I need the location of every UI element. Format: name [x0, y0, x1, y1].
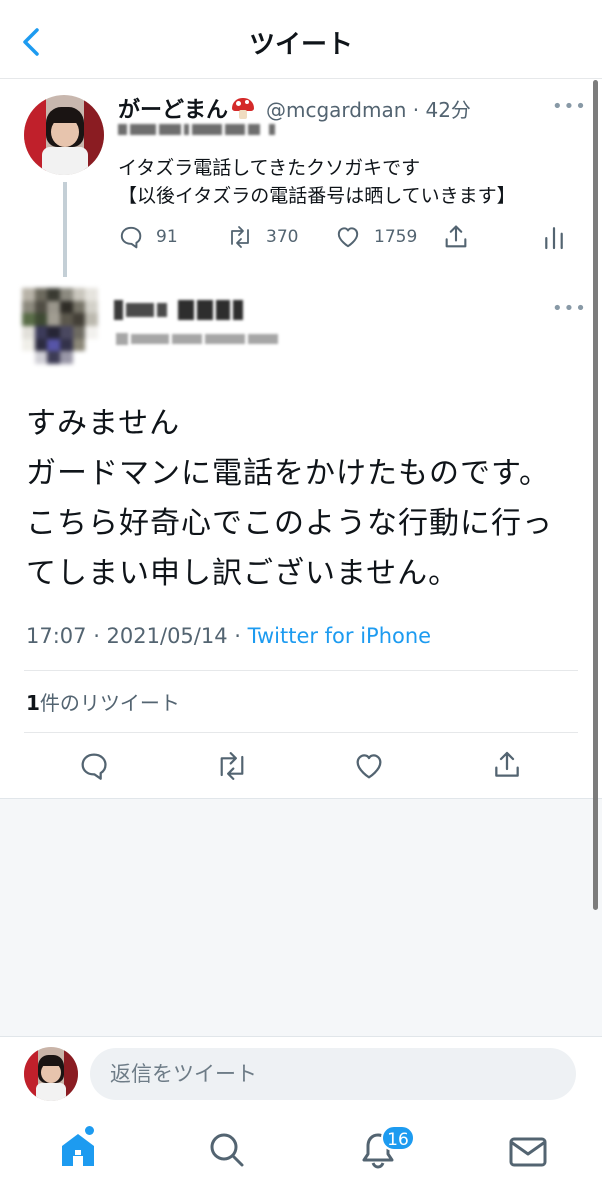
quoted-text-line-1: イタズラ電話してきたクソガキです: [118, 157, 421, 179]
more-options-icon[interactable]: •••: [552, 96, 587, 117]
tweet-body-line-1: すみません: [26, 406, 181, 441]
tweet-body-line-2: ガードマンに電話をかけたものです。: [26, 456, 550, 491]
tweet-body-line-3: こちら好奇心でこのような行動に行っ: [26, 506, 553, 541]
like-action[interactable]: 1759: [334, 222, 417, 252]
like-count: 1759: [374, 227, 418, 247]
messages-icon[interactable]: [508, 1132, 548, 1172]
retweet-icon: [231, 226, 249, 248]
heart-icon[interactable]: [353, 750, 385, 782]
divider: [24, 732, 578, 733]
retweet-icon[interactable]: [214, 750, 250, 782]
home-notification-dot: [85, 1126, 94, 1135]
blurred-display-name[interactable]: [114, 300, 243, 320]
retweet-count: 370: [266, 227, 299, 247]
reply-input[interactable]: [90, 1048, 576, 1100]
home-icon[interactable]: [58, 1130, 98, 1170]
author-avatar[interactable]: [24, 95, 104, 175]
reply-action[interactable]: 91: [118, 222, 178, 252]
retweet-summary[interactable]: 1件のリツイート: [26, 687, 180, 716]
tweet-meta: 17:07 · 2021/05/14 · Twitter for iPhone: [26, 624, 431, 648]
current-user-avatar[interactable]: [24, 1047, 78, 1101]
analytics-action[interactable]: [543, 222, 565, 252]
share-icon: [445, 225, 467, 248]
thread-connector: [63, 182, 67, 277]
tweet-timestamp: 17:07 · 2021/05/14 ·: [26, 624, 248, 648]
tweet-source-link[interactable]: Twitter for iPhone: [248, 624, 432, 648]
heart-icon: [337, 227, 359, 248]
share-action[interactable]: [442, 222, 470, 252]
blurred-text: [118, 124, 275, 135]
scrollbar[interactable]: [593, 80, 598, 910]
retweet-action[interactable]: 370: [226, 222, 298, 252]
author-name-text: がーどまん: [118, 98, 229, 123]
blurred-handle[interactable]: [116, 333, 278, 345]
tweet-body-line-4: てしまい申し訳ございません。: [26, 556, 460, 591]
retweet-summary-count: 1: [26, 691, 40, 715]
page-title: ツイート: [248, 30, 353, 60]
share-icon[interactable]: [491, 748, 523, 782]
notifications-badge: 16: [381, 1125, 415, 1151]
reply-count: 91: [156, 227, 178, 247]
divider: [24, 670, 578, 671]
author-name[interactable]: がーどまん: [118, 92, 255, 124]
quoted-text-line-2: 【以後イタズラの電話番号は晒していきます】: [118, 185, 516, 207]
empty-replies-area: [0, 798, 602, 1037]
author-handle-time[interactable]: @mcgardman · 42分: [266, 94, 471, 123]
reply-icon: [120, 226, 142, 249]
mushroom-icon: [231, 97, 255, 119]
top-bar: ツイート: [0, 0, 602, 79]
reply-icon[interactable]: [78, 750, 110, 782]
more-options-icon[interactable]: •••: [552, 298, 587, 319]
blurred-avatar[interactable]: [22, 288, 98, 364]
search-icon[interactable]: [207, 1130, 247, 1170]
retweet-summary-label: 件のリツイート: [39, 691, 180, 715]
analytics-icon: [545, 227, 563, 250]
